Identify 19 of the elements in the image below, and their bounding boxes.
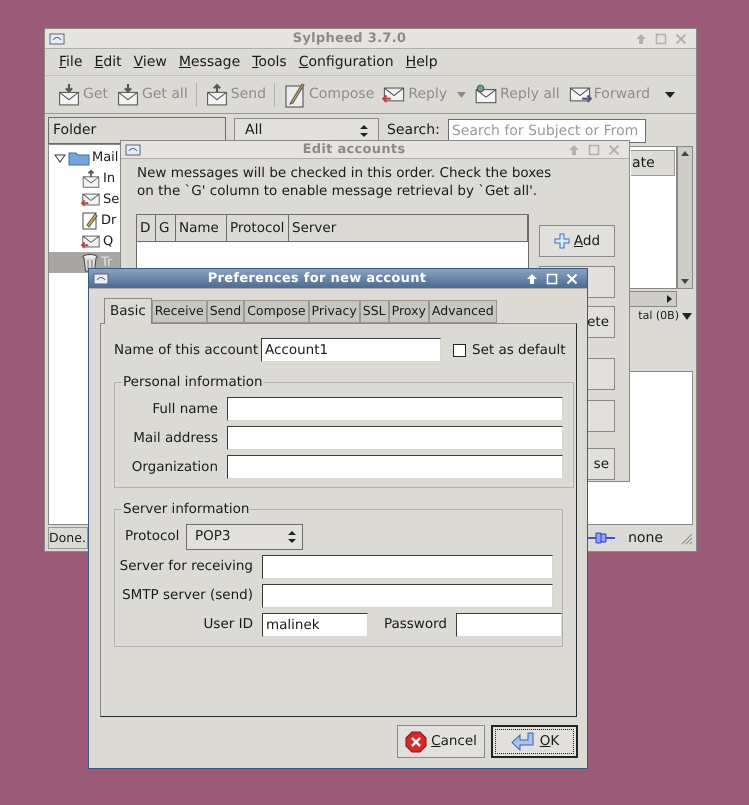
field-label: Server for receiving: [118, 557, 253, 576]
field-label: SMTP server (send): [121, 586, 253, 606]
field-label: Name of this account: [114, 340, 260, 360]
field-label: Protocol: [125, 527, 180, 546]
window-title: Preferences for new account: [206, 270, 428, 288]
window-title: Sylpheed 3.7.0: [292, 30, 408, 48]
field-label: Password: [382, 615, 447, 634]
group-title: Server information: [122, 500, 250, 520]
summary-text: tal (0B): [638, 308, 679, 324]
online-status: none: [628, 528, 663, 548]
instruction-text: New messages will be checked in this order. Check the boxes on the `G' column to enable message retrieval by `Get all'.: [136, 164, 552, 200]
search-label: Search:: [387, 121, 440, 140]
field-label: Organization: [130, 458, 218, 478]
field-label: Mail address: [132, 429, 218, 448]
field-label: User ID: [202, 615, 253, 634]
window-title: Edit accounts: [302, 140, 406, 159]
status-text: Done.: [48, 527, 88, 549]
field-label: Full name: [151, 400, 218, 420]
group-title: Personal information: [122, 373, 264, 392]
